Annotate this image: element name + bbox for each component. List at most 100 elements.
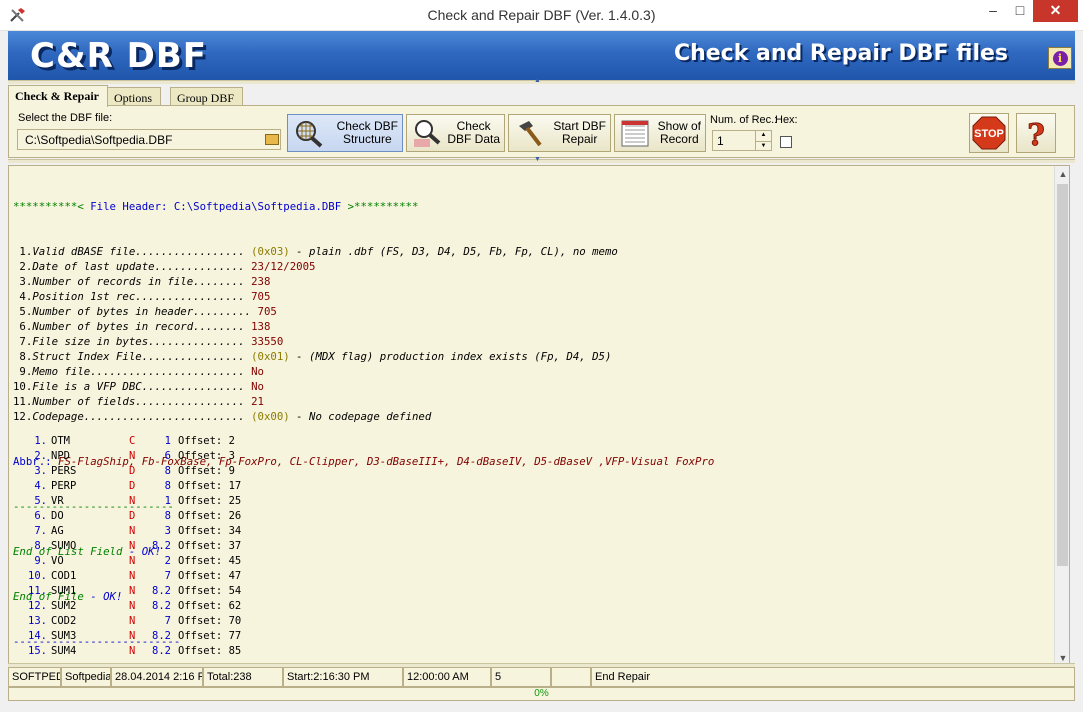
maximize-button[interactable]: □ <box>1005 0 1035 22</box>
field-row: 12. SUM2 N 8.2 Offset: 62 <box>13 599 1048 614</box>
app-banner: C&R DBF Check and Repair DBF files i <box>8 31 1075 80</box>
field-type: D <box>129 480 136 492</box>
field-offset: Offset: 54 <box>178 585 242 597</box>
field-len: 8 <box>164 510 171 522</box>
field-n: 13. <box>28 615 47 627</box>
field-offset: Offset: 47 <box>178 570 242 582</box>
field-name: SUM2 <box>51 600 77 612</box>
stop-sign-icon: STOP <box>972 116 1006 150</box>
svg-text:?: ? <box>1027 118 1045 152</box>
minimize-button[interactable]: – <box>978 0 1008 22</box>
field-name: COD1 <box>51 570 77 582</box>
field-type: N <box>129 600 136 612</box>
field-row: 6. DO D 8 Offset: 26 <box>13 509 1048 524</box>
field-offset: Offset: 34 <box>178 525 242 537</box>
field-len: 1 <box>164 435 171 447</box>
field-offset: Offset: 45 <box>178 555 242 567</box>
field-type: N <box>129 585 136 597</box>
stop-button[interactable]: STOP <box>969 113 1009 153</box>
tab-strip: Check & Repair Options Group DBF <box>8 84 1075 107</box>
help-button[interactable]: ? <box>1016 113 1056 154</box>
field-offset: Offset: 26 <box>178 510 242 522</box>
hex-checkbox[interactable] <box>780 136 792 148</box>
field-offset: Offset: 37 <box>178 540 242 552</box>
field-n: 1. <box>34 435 47 447</box>
num-records-label: Num. of Rec.: <box>710 114 778 126</box>
stepper-down-icon[interactable]: ▼ <box>755 141 771 151</box>
field-type: D <box>129 465 136 477</box>
field-n: 14. <box>28 630 47 642</box>
tab-options[interactable]: Options <box>107 87 162 106</box>
field-type: D <box>129 510 136 522</box>
field-len: 2 <box>164 555 171 567</box>
middle-splitter[interactable]: ▼ <box>8 156 1075 163</box>
field-row: 9. VO N 2 Offset: 45 <box>13 554 1048 569</box>
log-output[interactable]: **********< File Header: C:\Softpedia\So… <box>8 165 1070 665</box>
field-type: N <box>129 630 136 642</box>
file-path-field[interactable]: C:\Softpedia\Softpedia.DBF <box>17 129 281 150</box>
start-repair-button[interactable]: Start DBF Repair <box>508 114 611 152</box>
info-button[interactable]: i <box>1048 47 1072 69</box>
record-icon <box>621 120 649 147</box>
check-structure-label: Check DBF Structure <box>336 119 398 146</box>
field-n: 10. <box>28 570 47 582</box>
field-len: 8.2 <box>152 645 171 657</box>
field-len: 3 <box>164 525 171 537</box>
field-type: N <box>129 495 136 507</box>
tab-check-repair[interactable]: Check & Repair <box>8 85 108 107</box>
field-type: N <box>129 450 136 462</box>
field-list: 1. OTM C 1 Offset: 2 2. NPD N 6 Offset: 3 3. PERS D 8… <box>13 434 1048 659</box>
hammer-icon <box>519 121 542 147</box>
header-info-line: 7.File size in bytes............... 3355… <box>13 335 284 348</box>
field-n: 15. <box>28 645 47 657</box>
field-offset: Offset: 17 <box>178 480 242 492</box>
brand-logo-text: C&R DBF <box>30 36 207 76</box>
close-button[interactable]: ✕ <box>1033 0 1078 22</box>
info-icon: i <box>1052 51 1068 66</box>
header-info-line: 1.Valid dBASE file................. (0x0… <box>13 245 618 258</box>
field-len: 8.2 <box>152 585 171 597</box>
log-header-line: **********< File Header: C:\Softpedia\So… <box>13 200 419 213</box>
toolbar-panel: Select the DBF file: C:\Softpedia\Softpe… <box>8 105 1075 158</box>
field-name: OTM <box>51 435 70 447</box>
field-name: NPD <box>51 450 70 462</box>
field-row: 1. OTM C 1 Offset: 2 <box>13 434 1048 449</box>
field-name: SUM3 <box>51 630 77 642</box>
field-n: 12. <box>28 600 47 612</box>
field-row: 13. COD2 N 7 Offset: 70 <box>13 614 1048 629</box>
status-total: Total:238 <box>203 667 283 687</box>
help-question-icon: ? <box>1027 118 1046 154</box>
stepper-up-icon[interactable]: ▲ <box>755 131 771 141</box>
header-info-line: 10.File is a VFP DBC................ No <box>13 380 264 393</box>
start-repair-label: Start DBF Repair <box>553 119 606 146</box>
check-structure-button[interactable]: Check DBF Structure <box>287 114 403 152</box>
show-record-button[interactable]: Show of Record <box>614 114 706 152</box>
header-info-line: 12.Codepage......................... (0x… <box>13 410 432 423</box>
splitter-arrow-icon: ▲ <box>534 77 541 84</box>
field-len: 8.2 <box>152 600 171 612</box>
tab-group-dbf[interactable]: Group DBF <box>170 87 244 106</box>
field-n: 8. <box>34 540 47 552</box>
check-data-label: Check DBF Data <box>447 119 500 146</box>
field-n: 4. <box>34 480 47 492</box>
field-name: AG <box>51 525 64 537</box>
title-bar: Check and Repair DBF (Ver. 1.4.0.3) – □ … <box>0 0 1083 31</box>
field-len: 7 <box>164 615 171 627</box>
splitter-arrow-icon: ▼ <box>534 156 541 163</box>
scroll-thumb[interactable] <box>1057 184 1068 566</box>
field-n: 6. <box>34 510 47 522</box>
field-name: DO <box>51 510 64 522</box>
field-offset: Offset: 62 <box>178 600 242 612</box>
field-type: C <box>129 435 136 447</box>
record-number-value: 1 <box>717 134 724 148</box>
folder-open-icon[interactable] <box>265 134 279 145</box>
field-row: 5. VR N 1 Offset: 25 <box>13 494 1048 509</box>
vertical-scrollbar[interactable]: ▲ ▼ <box>1054 166 1069 664</box>
record-number-stepper[interactable]: 1 ▲ ▼ <box>712 130 772 151</box>
header-info-line: 3.Number of records in file........ 238 <box>13 275 271 288</box>
field-name: PERS <box>51 465 77 477</box>
field-len: 8.2 <box>152 630 171 642</box>
check-data-button[interactable]: Check DBF Data <box>406 114 505 152</box>
status-count: 5 <box>491 667 551 687</box>
scroll-up-icon[interactable]: ▲ <box>1055 166 1069 182</box>
